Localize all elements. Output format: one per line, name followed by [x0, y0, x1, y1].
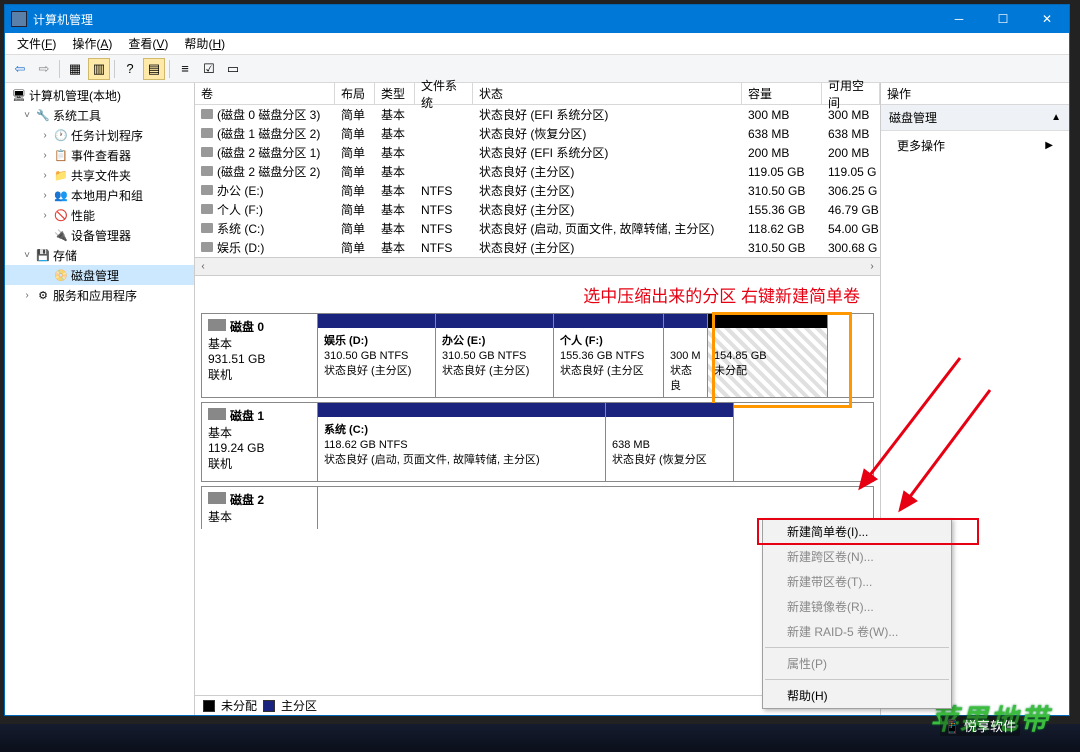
disk-icon	[208, 408, 226, 420]
list-header: 卷 布局 类型 文件系统 状态 容量 可用空间	[195, 83, 880, 105]
partition[interactable]: 638 MB状态良好 (恢复分区	[606, 403, 734, 481]
col-status[interactable]: 状态	[473, 83, 742, 104]
table-row[interactable]: (磁盘 2 磁盘分区 2)简单基本状态良好 (主分区)119.05 GB119.…	[195, 162, 880, 181]
menubar: 文件(F) 操作(A) 查看(V) 帮助(H)	[5, 33, 1069, 55]
maximize-button[interactable]: ☐	[981, 5, 1025, 33]
partition[interactable]: 娱乐 (D:)310.50 GB NTFS状态良好 (主分区)	[318, 314, 436, 397]
actions-more[interactable]: 更多操作▶	[881, 131, 1069, 160]
ctx-new-striped-volume[interactable]: 新建带区卷(T)...	[763, 569, 951, 594]
col-free[interactable]: 可用空间	[822, 83, 880, 104]
col-capacity[interactable]: 容量	[742, 83, 822, 104]
table-row[interactable]: 娱乐 (D:)简单基本NTFS状态良好 (主分区)310.50 GB300.68…	[195, 238, 880, 257]
tree-event[interactable]: ›📋事件查看器	[5, 145, 194, 165]
titlebar: 计算机管理 ─ ☐ ✕	[5, 5, 1069, 33]
toolbar-btn-3[interactable]: ?	[119, 58, 141, 80]
tree-root[interactable]: 🖥计算机管理(本地)	[5, 85, 194, 105]
menu-help[interactable]: 帮助(H)	[176, 33, 233, 54]
tree-users[interactable]: ›👥本地用户和组	[5, 185, 194, 205]
col-type[interactable]: 类型	[375, 83, 415, 104]
partition[interactable]: 系统 (C:)118.62 GB NTFS状态良好 (启动, 页面文件, 故障转…	[318, 403, 606, 481]
annotation-text: 选中压缩出来的分区 右键新建简单卷	[195, 276, 880, 309]
col-fs[interactable]: 文件系统	[415, 83, 473, 104]
toolbar-btn-5[interactable]: ≡	[174, 58, 196, 80]
menu-action[interactable]: 操作(A)	[64, 33, 120, 54]
table-row[interactable]: 系统 (C:)简单基本NTFS状态良好 (启动, 页面文件, 故障转储, 主分区…	[195, 219, 880, 238]
disk-icon	[208, 492, 226, 504]
col-layout[interactable]: 布局	[335, 83, 375, 104]
table-row[interactable]: 个人 (F:)简单基本NTFS状态良好 (主分区)155.36 GB46.79 …	[195, 200, 880, 219]
tree-systools[interactable]: ˅🔧系统工具	[5, 105, 194, 125]
minimize-button[interactable]: ─	[937, 5, 981, 33]
table-row[interactable]: (磁盘 1 磁盘分区 2)简单基本状态良好 (恢复分区)638 MB638 MB	[195, 124, 880, 143]
toolbar: ⇦ ⇨ ▦ ▥ ? ▤ ≡ ☑ ▭	[5, 55, 1069, 83]
toolbar-btn-6[interactable]: ☑	[198, 58, 220, 80]
context-menu: 新建简单卷(I)... 新建跨区卷(N)... 新建带区卷(T)... 新建镜像…	[762, 518, 952, 709]
actions-header: 操作	[881, 83, 1069, 105]
disk-icon	[208, 319, 226, 331]
back-button[interactable]: ⇦	[9, 58, 31, 80]
ctx-new-raid5-volume[interactable]: 新建 RAID-5 卷(W)...	[763, 619, 951, 644]
ctx-new-simple-volume[interactable]: 新建简单卷(I)...	[763, 519, 951, 544]
partition[interactable]: 300 M状态良	[664, 314, 708, 397]
disk0: 磁盘 0 基本931.51 GB联机 娱乐 (D:)310.50 GB NTFS…	[201, 313, 874, 398]
app-icon	[11, 11, 27, 27]
toolbar-btn-2[interactable]: ▥	[88, 58, 110, 80]
ctx-new-mirror-volume[interactable]: 新建镜像卷(R)...	[763, 594, 951, 619]
nav-tree[interactable]: 🖥计算机管理(本地) ˅🔧系统工具 ›🕐任务计划程序 ›📋事件查看器 ›📁共享文…	[5, 83, 195, 715]
table-row[interactable]: (磁盘 2 磁盘分区 1)简单基本状态良好 (EFI 系统分区)200 MB20…	[195, 143, 880, 162]
partition[interactable]: 个人 (F:)155.36 GB NTFS状态良好 (主分区	[554, 314, 664, 397]
menu-file[interactable]: 文件(F)	[9, 33, 64, 54]
tree-diskmgmt[interactable]: 📀磁盘管理	[5, 265, 194, 285]
table-row[interactable]: 办公 (E:)简单基本NTFS状态良好 (主分区)310.50 GB306.25…	[195, 181, 880, 200]
close-button[interactable]: ✕	[1025, 5, 1069, 33]
watermark-sub: 📱 悦享软件	[940, 715, 1020, 736]
menu-view[interactable]: 查看(V)	[120, 33, 176, 54]
tree-devmgr[interactable]: 🔌设备管理器	[5, 225, 194, 245]
forward-button[interactable]: ⇨	[33, 58, 55, 80]
tree-shared[interactable]: ›📁共享文件夹	[5, 165, 194, 185]
ctx-properties[interactable]: 属性(P)	[763, 651, 951, 676]
tree-storage[interactable]: ˅💾存储	[5, 245, 194, 265]
actions-section-diskmgmt[interactable]: 磁盘管理▲	[881, 105, 1069, 131]
tree-perf[interactable]: ›🚫性能	[5, 205, 194, 225]
toolbar-btn-4[interactable]: ▤	[143, 58, 165, 80]
ctx-new-spanned-volume[interactable]: 新建跨区卷(N)...	[763, 544, 951, 569]
tree-task[interactable]: ›🕐任务计划程序	[5, 125, 194, 145]
volume-list: 卷 布局 类型 文件系统 状态 容量 可用空间 (磁盘 0 磁盘分区 3)简单基…	[195, 83, 880, 258]
toolbar-btn-1[interactable]: ▦	[64, 58, 86, 80]
h-scroll[interactable]: ‹›	[195, 258, 880, 276]
tree-services[interactable]: ›⚙服务和应用程序	[5, 285, 194, 305]
partition[interactable]: 办公 (E:)310.50 GB NTFS状态良好 (主分区)	[436, 314, 554, 397]
col-volume[interactable]: 卷	[195, 83, 335, 104]
table-row[interactable]: (磁盘 0 磁盘分区 3)简单基本状态良好 (EFI 系统分区)300 MB30…	[195, 105, 880, 124]
toolbar-btn-7[interactable]: ▭	[222, 58, 244, 80]
partition[interactable]: 154.85 GB未分配	[708, 314, 828, 397]
window-title: 计算机管理	[33, 11, 937, 28]
disk1: 磁盘 1 基本119.24 GB联机 系统 (C:)118.62 GB NTFS…	[201, 402, 874, 482]
ctx-help[interactable]: 帮助(H)	[763, 683, 951, 708]
